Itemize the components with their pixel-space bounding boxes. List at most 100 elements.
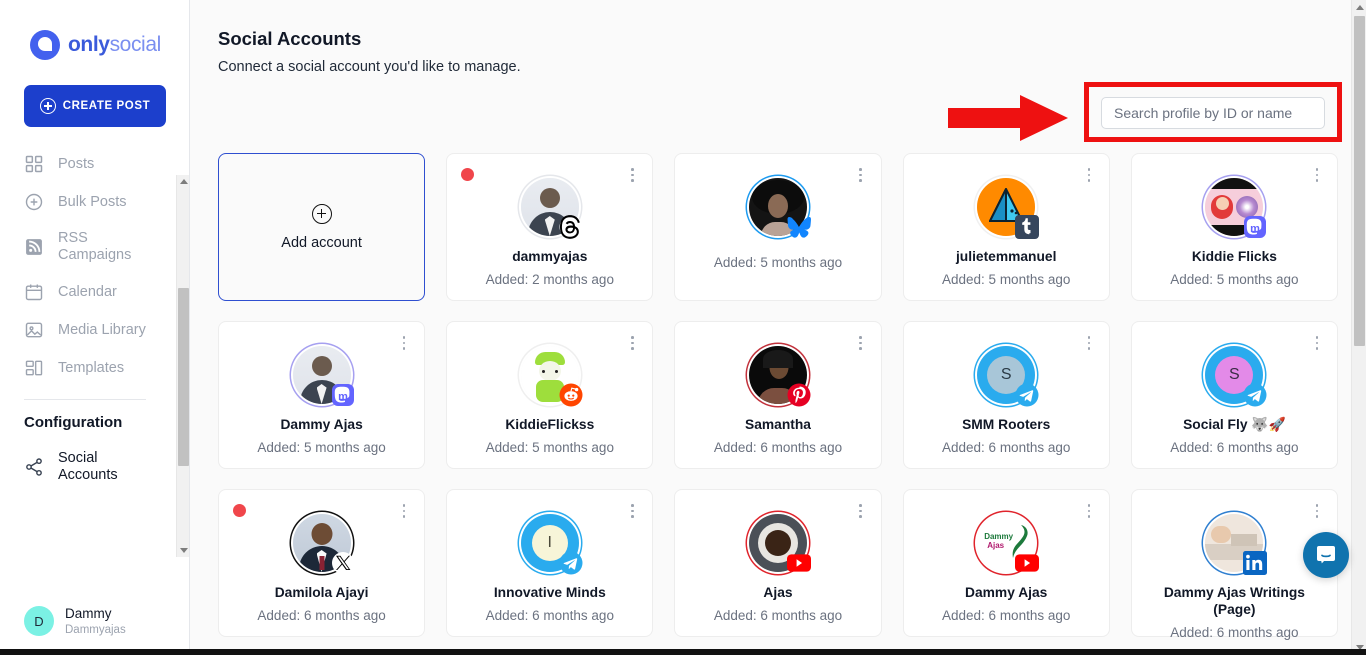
- sidebar-item-rss-campaigns[interactable]: RSS Campaigns: [24, 221, 189, 273]
- card-menu-button[interactable]: [854, 503, 868, 519]
- account-card[interactable]: dammyajas Added: 2 months ago: [446, 153, 654, 301]
- account-card[interactable]: Samantha Added: 6 months ago: [674, 321, 882, 469]
- card-menu-button[interactable]: [397, 335, 411, 351]
- account-avatar-wrapper: [520, 178, 583, 239]
- account-added-date: Added: 6 months ago: [713, 439, 843, 455]
- intercom-chat-launcher[interactable]: [1303, 532, 1349, 578]
- account-card[interactable]: I Innovative Minds Added: 6 months ago: [446, 489, 654, 637]
- brand-logo[interactable]: onlysocial: [0, 0, 189, 60]
- search-input[interactable]: [1101, 97, 1325, 129]
- card-menu-button[interactable]: [1310, 503, 1324, 519]
- sidebar-divider: [24, 399, 146, 400]
- account-name: Ajas: [763, 585, 793, 600]
- account-avatar-wrapper: I: [520, 514, 583, 575]
- add-account-card[interactable]: Add account: [218, 153, 426, 301]
- alert-indicator: [233, 504, 246, 517]
- scroll-up-arrow-icon[interactable]: [177, 175, 190, 188]
- sidebar-nav: Posts Bulk Posts RSS Campaigns Calendar …: [0, 145, 189, 596]
- account-card[interactable]: S Social Fly 🐺🚀 Added: 6 months ago: [1130, 321, 1338, 469]
- threads-icon: [559, 215, 583, 239]
- card-menu-button[interactable]: [625, 503, 639, 519]
- account-card[interactable]: m Kiddie Flicks Added: 5 months ago: [1130, 153, 1338, 301]
- app-root: onlysocial CREATE POST Posts Bulk Posts: [0, 0, 1366, 655]
- brand-social: social: [109, 33, 162, 56]
- sidebar-item-templates[interactable]: Templates: [24, 349, 189, 387]
- account-avatar-wrapper: m: [1205, 178, 1267, 238]
- account-card[interactable]: Dammy Ajas Dammy Ajas Added: 6 months ago: [902, 489, 1110, 637]
- plus-circle-icon: [311, 203, 332, 224]
- account-added-date: Added: 6 months ago: [485, 607, 614, 623]
- account-card[interactable]: Added: 5 months ago: [674, 153, 882, 301]
- account-avatar-wrapper: S: [977, 346, 1039, 407]
- account-avatar-wrapper: [520, 346, 583, 407]
- main-content: Social Accounts Connect a social account…: [190, 0, 1366, 655]
- sidebar-scrollbar-thumb[interactable]: [178, 288, 189, 466]
- accounts-grid: Add account dammyajas Added: 2 months ago…: [190, 153, 1366, 640]
- rss-icon: [26, 239, 42, 255]
- account-avatar-wrapper: S: [1205, 346, 1267, 407]
- account-card[interactable]: S SMM Rooters Added: 6 months ago: [902, 321, 1110, 469]
- sidebar-item-calendar[interactable]: Calendar: [24, 273, 189, 311]
- account-card[interactable]: Damilola Ajayi Added: 6 months ago: [218, 489, 426, 637]
- sidebar-item-bulk-posts[interactable]: Bulk Posts: [24, 183, 189, 221]
- pinterest-icon: [787, 383, 811, 407]
- profile-handle: Dammyajas: [65, 623, 126, 636]
- window-bottom-bar: [0, 649, 1366, 655]
- sidebar-item-media-library[interactable]: Media Library: [24, 311, 189, 349]
- profile-name: Dammy: [65, 605, 112, 621]
- red-arrow-annotation-icon: [948, 95, 1068, 141]
- card-menu-button[interactable]: [854, 335, 868, 351]
- mastodon-icon: m: [331, 383, 355, 407]
- scroll-up-arrow-icon[interactable]: [1352, 0, 1366, 15]
- card-menu-button[interactable]: [1310, 335, 1324, 351]
- account-added-date: Added: 6 months ago: [1170, 439, 1299, 455]
- sidebar-item-label: Social Accounts: [58, 450, 118, 483]
- page-scrollbar-thumb[interactable]: [1354, 16, 1365, 346]
- sidebar-scrollbar[interactable]: [176, 175, 189, 557]
- x-icon: [331, 551, 355, 575]
- tumblr-icon: [1015, 215, 1040, 239]
- card-menu-button[interactable]: [397, 503, 411, 519]
- card-menu-button[interactable]: [625, 167, 639, 183]
- account-card[interactable]: m Dammy Ajas Added: 5 months ago: [218, 321, 426, 469]
- account-name: Samantha: [745, 417, 811, 432]
- scroll-down-arrow-icon[interactable]: [177, 544, 190, 557]
- card-menu-button[interactable]: [625, 335, 639, 351]
- card-menu-button[interactable]: [1310, 167, 1324, 183]
- account-name: Innovative Minds: [493, 585, 606, 600]
- sidebar-item-posts[interactable]: Posts: [24, 145, 189, 183]
- account-card[interactable]: KiddieFlickss Added: 5 months ago: [446, 321, 654, 469]
- onlysocial-logo-icon: [30, 30, 60, 60]
- sidebar-config-title: Configuration: [24, 414, 123, 431]
- card-menu-button[interactable]: [854, 167, 868, 183]
- plus-circle-icon: [25, 193, 43, 211]
- page-title: Social Accounts: [218, 28, 362, 49]
- account-name: Dammy Ajas: [280, 417, 363, 432]
- account-name: SMM Rooters: [962, 417, 1051, 432]
- account-added-date: Added: 5 months ago: [942, 271, 1071, 287]
- card-menu-button[interactable]: [1082, 167, 1096, 183]
- reddit-icon: [559, 383, 583, 407]
- avatar: D: [24, 606, 54, 637]
- create-post-label: CREATE POST: [62, 100, 151, 112]
- account-avatar-wrapper: [977, 178, 1040, 239]
- create-post-button[interactable]: CREATE POST: [24, 85, 166, 127]
- account-avatar-wrapper: [292, 514, 354, 574]
- brand-wordmark: onlysocial: [68, 33, 161, 57]
- sidebar: onlysocial CREATE POST Posts Bulk Posts: [0, 0, 190, 655]
- sidebar-item-label: Bulk Posts: [58, 193, 127, 210]
- sidebar-item-social-accounts[interactable]: Social Accounts: [24, 441, 189, 493]
- account-avatar-wrapper: [1205, 514, 1268, 575]
- account-added-date: Added: 5 months ago: [713, 255, 843, 270]
- grid-icon: [25, 155, 43, 173]
- card-menu-button[interactable]: [1082, 335, 1096, 351]
- calendar-icon: [25, 284, 43, 301]
- account-added-date: Added: 6 months ago: [942, 607, 1071, 623]
- card-menu-button[interactable]: [1082, 503, 1096, 519]
- account-card[interactable]: Ajas Added: 6 months ago: [674, 489, 882, 637]
- sidebar-item-label: RSS Campaigns: [58, 230, 132, 263]
- sidebar-profile[interactable]: D Dammy Dammyajas: [0, 596, 189, 655]
- page-scrollbar[interactable]: [1351, 0, 1366, 655]
- account-name: Dammy Ajas: [965, 585, 1048, 600]
- account-card[interactable]: julietemmanuel Added: 5 months ago: [902, 153, 1110, 301]
